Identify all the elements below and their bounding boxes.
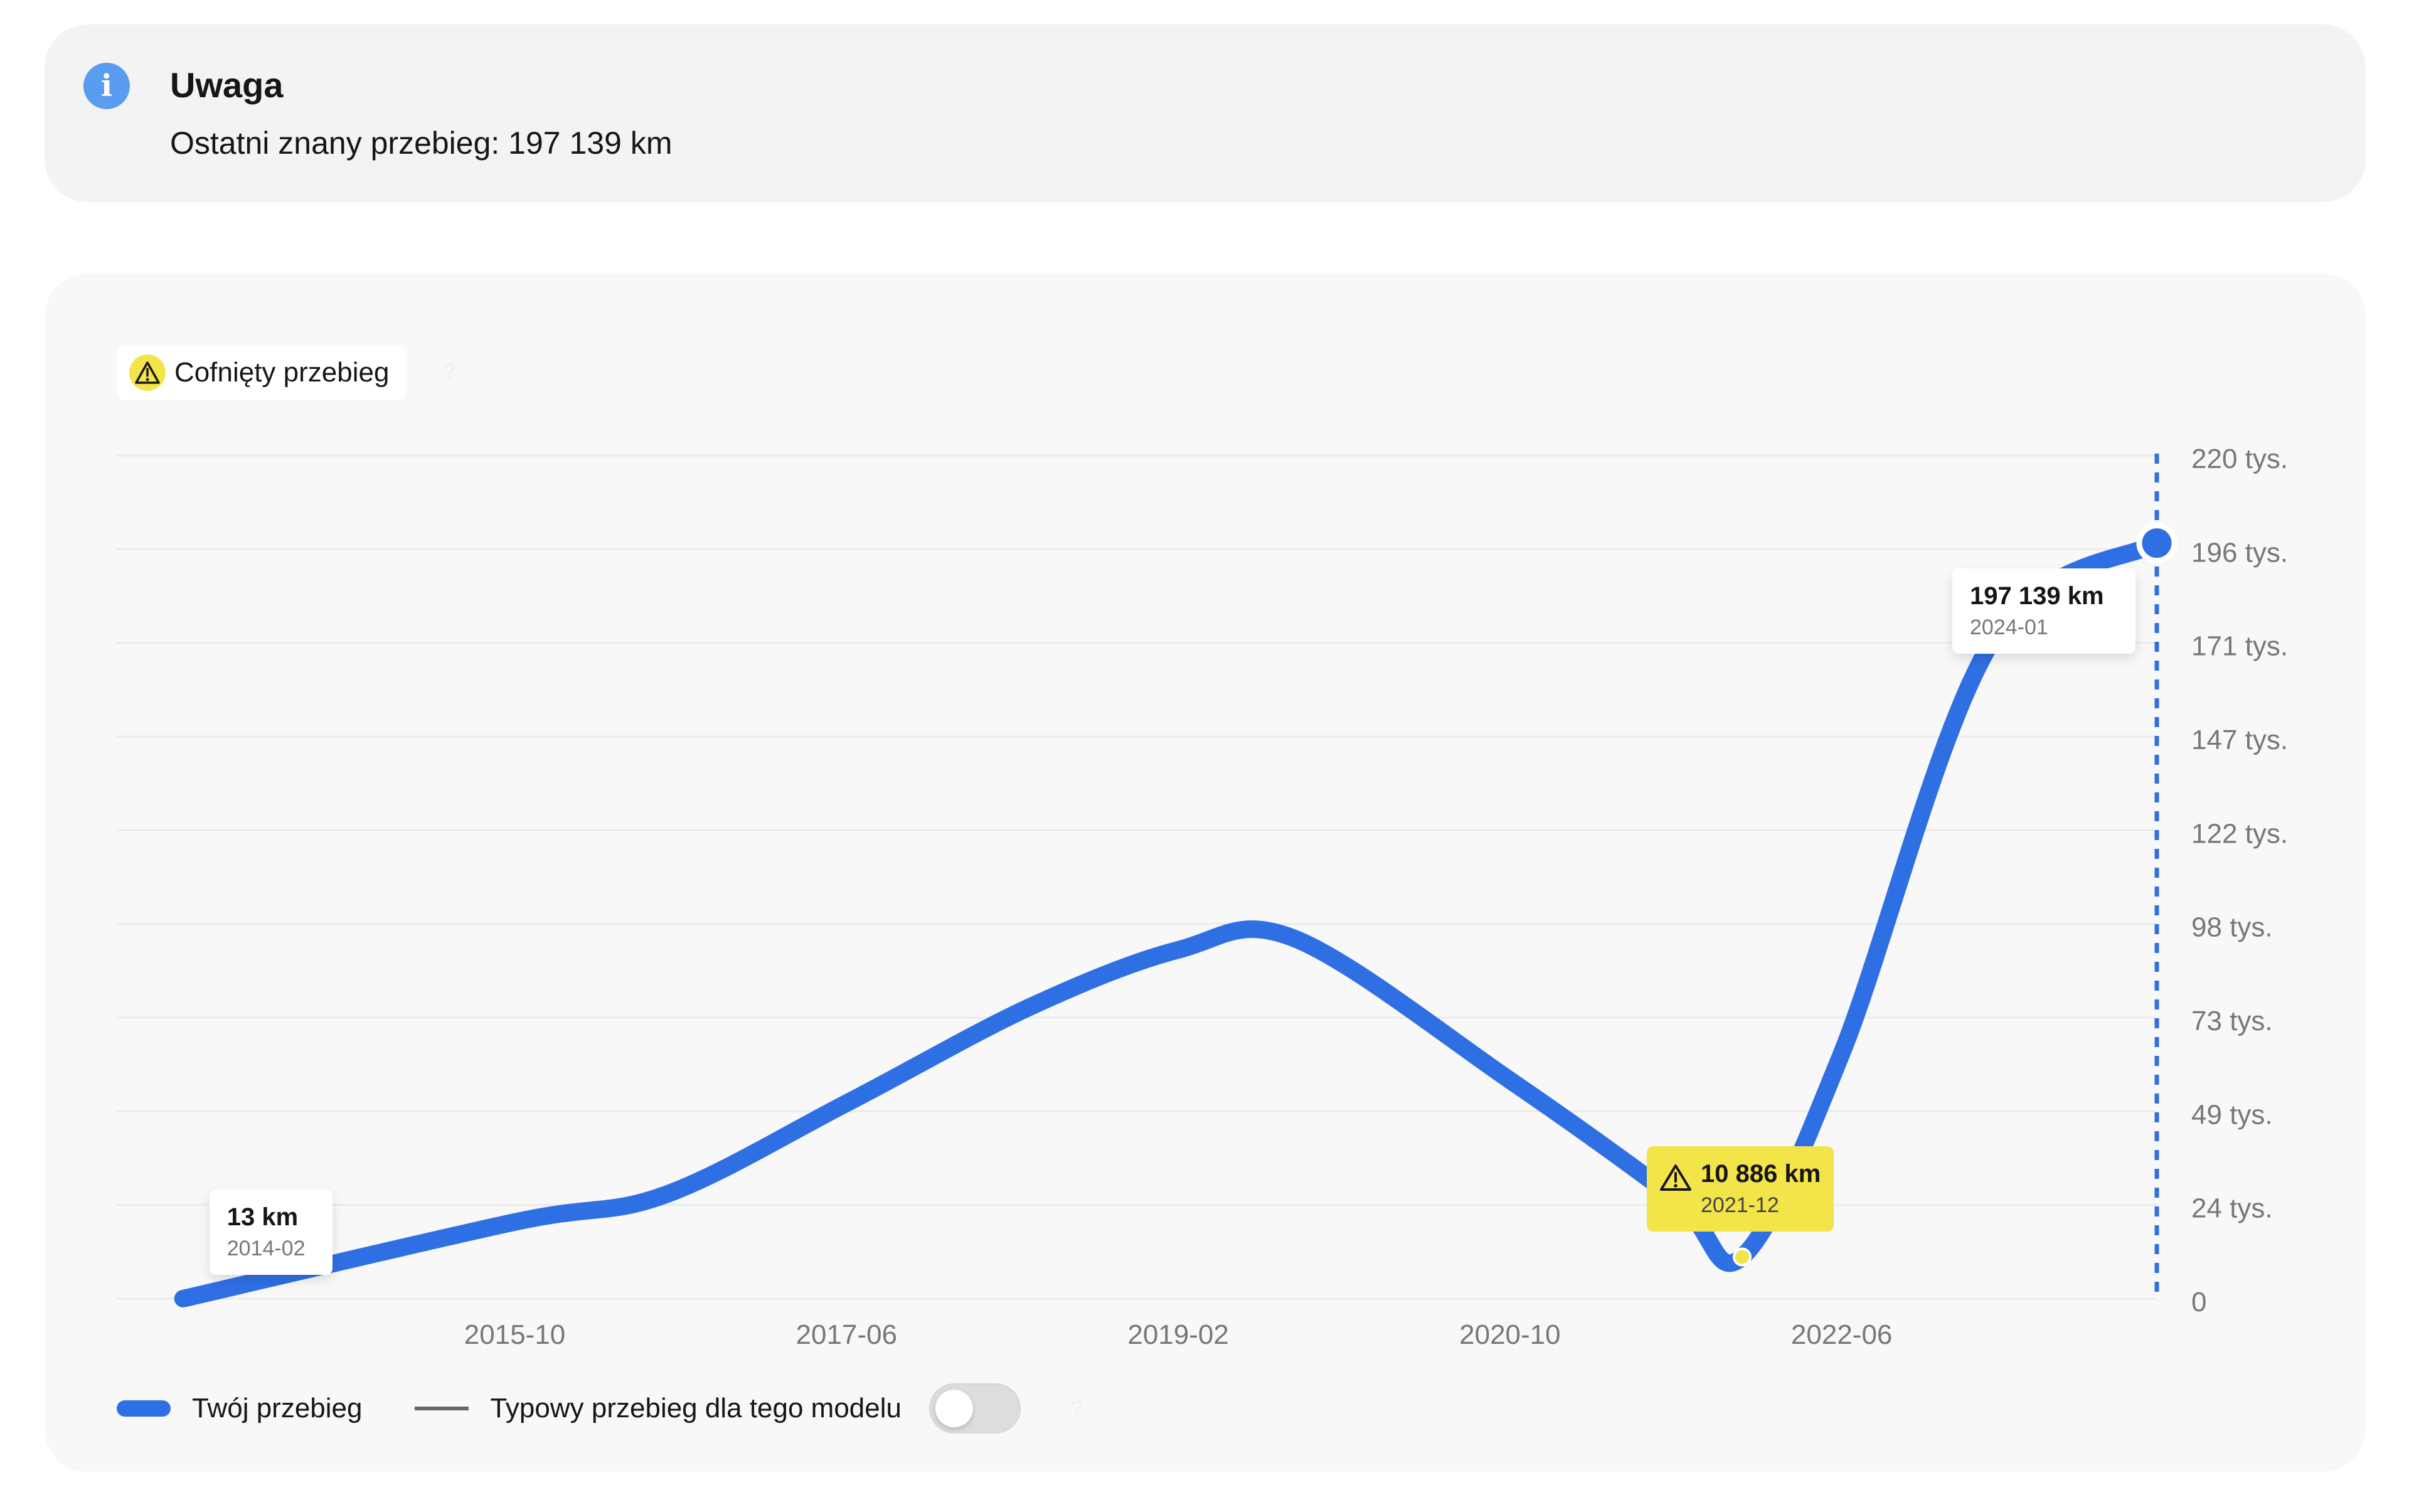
rollback-point-marker[interactable] (1733, 1247, 1752, 1267)
callout-value: 10 886 km (1701, 1160, 1821, 1188)
toggle-knob[interactable] (935, 1390, 973, 1427)
your-mileage-legend-swatch (117, 1400, 171, 1417)
chart-legend: Twój przebieg Typowy przebieg dla tego m… (117, 1383, 1083, 1434)
typical-mileage-help-icon[interactable]: ? (1071, 1397, 1083, 1421)
latest-mileage-point[interactable] (2136, 523, 2178, 564)
rollback-badge: Cofnięty przebieg (117, 346, 407, 400)
callout-value: 13 km (226, 1203, 299, 1231)
mileage-callout: 197 139 km 2024-01 (1952, 568, 2135, 654)
x-tick-label: 2015-10 (464, 1319, 565, 1350)
y-tick-label: 73 tys. (2191, 1006, 2273, 1036)
callout-date: 2014-02 (226, 1236, 306, 1260)
callout-date: 2024-01 (1970, 615, 2048, 639)
x-tick-label: 2020-10 (1459, 1319, 1560, 1350)
y-tick-label: 122 tys. (2191, 818, 2288, 849)
your-mileage-legend-label: Twój przebieg (192, 1393, 363, 1424)
typical-mileage-legend-swatch (415, 1407, 469, 1410)
y-tick-label: 24 tys. (2191, 1193, 2273, 1224)
y-tick-label: 49 tys. (2191, 1099, 2273, 1130)
y-tick-label: 98 tys. (2191, 912, 2273, 943)
warning-icon (1660, 1164, 1692, 1191)
mileage-chart: 0 24 tys. 49 tys. 73 tys. 98 tys. 122 tys. 147… (117, 444, 2288, 1350)
warning-icon (129, 354, 166, 391)
x-tick-label: 2022-06 (1791, 1319, 1892, 1350)
rollback-label: Cofnięty przebieg (174, 357, 390, 388)
your-mileage-line (174, 534, 2166, 1307)
typical-mileage-legend-label: Typowy przebieg dla tego modelu (490, 1393, 901, 1424)
typical-mileage-toggle[interactable] (929, 1383, 1021, 1434)
rollback-help-icon[interactable]: ? (444, 359, 455, 384)
x-tick-label: 2017-06 (796, 1319, 897, 1350)
callout-value: 197 139 km (1970, 582, 2104, 610)
rollback-callout: 10 886 km 2021-12 (1647, 1146, 1834, 1232)
x-tick-label: 2019-02 (1127, 1319, 1228, 1350)
y-tick-label: 171 tys. (2191, 631, 2288, 662)
y-tick-label: 220 tys. (2191, 444, 2288, 474)
y-tick-label: 147 tys. (2191, 725, 2288, 755)
mileage-callout: 13 km 2014-02 (209, 1189, 332, 1275)
y-tick-label: 196 tys. (2191, 537, 2288, 568)
y-tick-label: 0 (2191, 1287, 2206, 1318)
callout-date: 2021-12 (1701, 1193, 1779, 1218)
